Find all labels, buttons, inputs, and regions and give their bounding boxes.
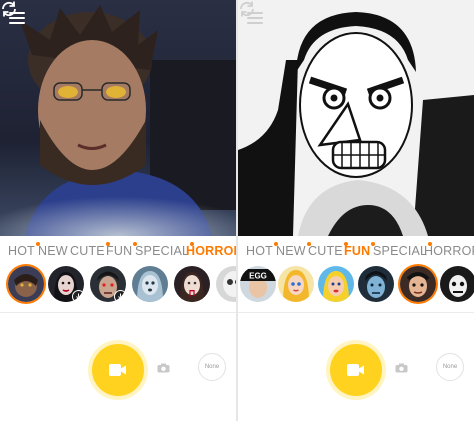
camera-preview[interactable] — [0, 0, 236, 236]
filter-thumb-skull[interactable] — [216, 266, 236, 302]
filter-thumb-sketch-face[interactable] — [440, 266, 474, 302]
photo-camera-icon[interactable] — [395, 363, 408, 373]
photo-camera-icon[interactable] — [157, 363, 170, 373]
filter-thumb-blonde-cartoon[interactable] — [278, 266, 314, 302]
capture-bar: None — [0, 312, 236, 421]
right-panel: HOT NEW CUTE FUN SPECIAL HORROR EGG Non — [238, 0, 474, 421]
werewolf-filter-photo — [0, 0, 236, 236]
tab-special[interactable]: SPECIAL — [373, 242, 433, 258]
tab-label: SPECIAL — [373, 244, 428, 258]
record-video-button[interactable] — [330, 344, 382, 396]
tab-label: FUN — [106, 244, 133, 258]
download-icon — [72, 290, 84, 302]
filter-thumb-ghost-bride[interactable] — [132, 266, 168, 302]
download-icon — [114, 290, 126, 302]
video-camera-icon — [347, 364, 364, 376]
filter-carousel — [0, 266, 236, 308]
tab-fun[interactable]: FUN — [106, 242, 138, 258]
none-label: None — [442, 364, 458, 370]
tab-new[interactable]: NEW — [38, 244, 68, 258]
tab-label: CUTE — [308, 244, 343, 258]
filter-thumb-cartoon-face[interactable] — [400, 266, 436, 302]
category-tabs: HOT NEW CUTE FUN SPECIAL HORROR — [238, 238, 474, 264]
tab-label: HOT — [8, 244, 35, 258]
filter-thumb-demon-man[interactable] — [90, 266, 126, 302]
cartoon-filter-photo — [238, 0, 474, 236]
none-filter-button[interactable]: None — [198, 353, 226, 381]
tab-label: HORROR — [424, 244, 474, 258]
tab-special[interactable]: SPECIAL — [135, 242, 195, 258]
category-tabs: HOT NEW CUTE FUN SPECIAL HORROR — [0, 238, 236, 264]
filter-thumb-popart-girl[interactable] — [318, 266, 354, 302]
filter-thumb-blue-man[interactable] — [358, 266, 394, 302]
tab-label: FUN — [344, 244, 371, 258]
tab-hot[interactable]: HOT — [246, 242, 278, 258]
tab-label: NEW — [38, 244, 68, 258]
none-filter-button[interactable]: None — [436, 353, 464, 381]
left-panel: HOT NEW CUTE FUN SPECIAL HORROR — [0, 0, 236, 421]
tab-horror[interactable]: HORROR — [424, 244, 474, 258]
camera-switch-icon[interactable] — [0, 0, 18, 18]
filter-carousel: EGG — [238, 266, 474, 308]
filter-thumb-vampire-woman[interactable] — [48, 266, 84, 302]
tab-hot[interactable]: HOT — [8, 242, 40, 258]
tab-label: SPECIAL — [135, 244, 190, 258]
none-label: None — [204, 364, 220, 370]
tab-fun[interactable]: FUN — [344, 242, 376, 258]
tab-horror[interactable]: HORROR — [186, 244, 236, 258]
tab-label: HOT — [246, 244, 273, 258]
tab-cute[interactable]: CUTE — [308, 242, 348, 258]
tab-label: HORROR — [186, 244, 236, 258]
camera-preview[interactable] — [238, 0, 474, 236]
tab-label: CUTE — [70, 244, 105, 258]
camera-switch-icon[interactable] — [238, 0, 256, 18]
egg-badge-text: EGG — [249, 272, 267, 281]
filter-thumb-bloody-woman[interactable] — [174, 266, 210, 302]
filter-thumb-egg[interactable]: EGG — [240, 266, 276, 302]
video-camera-icon — [109, 364, 126, 376]
tab-cute[interactable]: CUTE — [70, 242, 110, 258]
capture-bar: None — [238, 312, 474, 421]
tab-new[interactable]: NEW — [276, 242, 311, 258]
record-video-button[interactable] — [92, 344, 144, 396]
filter-thumb-werewolf[interactable] — [8, 266, 44, 302]
tab-label: NEW — [276, 244, 306, 258]
